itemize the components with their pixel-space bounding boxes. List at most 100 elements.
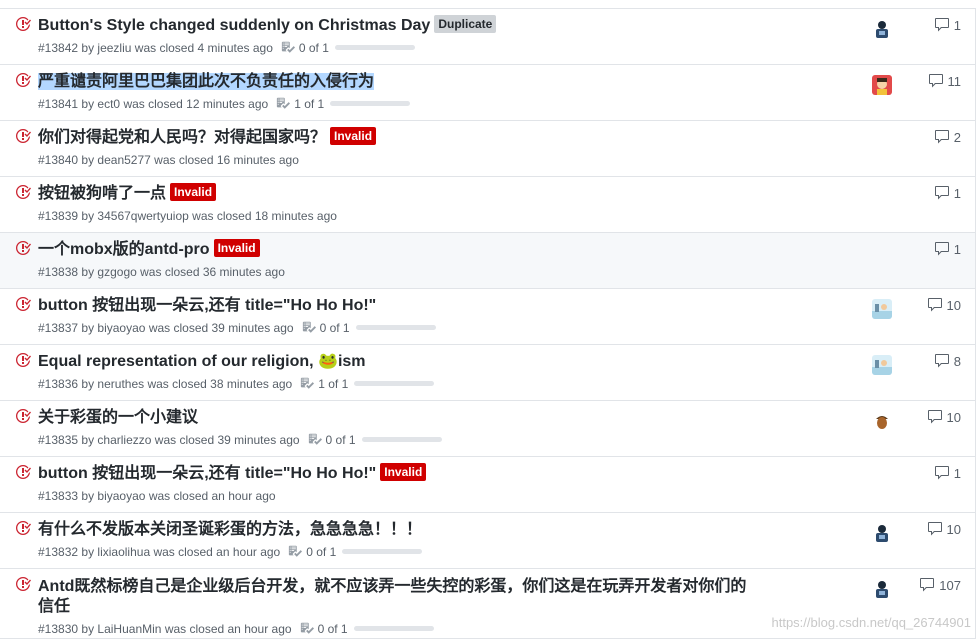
comment-count-link[interactable]: 11 xyxy=(928,73,961,89)
comment-count: 8 xyxy=(953,353,961,369)
comment-icon xyxy=(927,297,943,313)
comment-count-link[interactable]: 1 xyxy=(934,241,961,257)
issue-title-link[interactable]: Button's Style changed suddenly on Chris… xyxy=(38,17,430,34)
issue-row[interactable]: 按钮被狗啃了一点 Invalid #13839 by 34567qwertyuiop… xyxy=(0,177,975,233)
issue-meta: #13838 by gzgogo was closed 36 minutes a… xyxy=(38,263,285,281)
comment-count-link[interactable]: 2 xyxy=(934,129,961,145)
task-progress-text: 0 of 1 xyxy=(306,545,337,559)
assignee-avatar[interactable] xyxy=(872,579,892,599)
assignee-avatar[interactable] xyxy=(872,523,892,543)
task-progress-text: 0 of 1 xyxy=(317,622,348,636)
comment-count-link[interactable]: 107 xyxy=(919,577,961,593)
checklist-icon xyxy=(276,97,294,111)
issue-number: #13836 xyxy=(38,377,79,391)
issue-label-invalid[interactable]: Invalid xyxy=(330,127,377,145)
comment-count-link[interactable]: 1 xyxy=(934,185,961,201)
comment-icon xyxy=(934,241,950,257)
assignee-avatar[interactable] xyxy=(872,355,892,375)
issue-author-link[interactable]: lixiaolihua xyxy=(97,545,150,559)
comment-count: 10 xyxy=(946,521,961,537)
issue-by-text: by xyxy=(81,209,95,223)
issue-meta: #13842 by jeezliu was closed 4 minutes a… xyxy=(38,39,415,57)
issue-number: #13835 xyxy=(38,433,79,447)
issue-row[interactable]: 严重谴责阿里巴巴集团此次不负责任的入侵行为 #13841 by ect0 was … xyxy=(0,65,975,121)
issue-label-duplicate[interactable]: Duplicate xyxy=(434,15,497,33)
issue-row[interactable]: 你们对得起党和人民吗？对得起国家吗？ Invalid #13840 by dean5… xyxy=(0,121,975,177)
assignee-avatar[interactable] xyxy=(872,411,892,431)
task-progress-text: 0 of 1 xyxy=(319,321,350,335)
issue-number: #13837 xyxy=(38,321,79,335)
task-progress: 0 of 1 xyxy=(302,319,436,337)
issue-title-link[interactable]: button 按钮出现一朵云,还有 title="Ho Ho Ho!" xyxy=(38,297,376,314)
issue-closed-time: was closed 18 minutes ago xyxy=(192,209,337,223)
task-progress: 0 of 1 xyxy=(288,543,423,561)
issue-row[interactable]: button 按钮出现一朵云,还有 title="Ho Ho Ho!" #1383… xyxy=(0,289,975,345)
issue-row[interactable]: button 按钮出现一朵云,还有 title="Ho Ho Ho!" Inval… xyxy=(0,457,975,513)
issue-label-invalid[interactable]: Invalid xyxy=(380,463,427,481)
comment-count: 10 xyxy=(946,297,961,313)
issue-label-invalid[interactable]: Invalid xyxy=(170,183,217,201)
issue-author-link[interactable]: jeezliu xyxy=(97,41,131,55)
issue-by-text: by xyxy=(81,545,95,559)
issue-row[interactable]: 关于彩蛋的一个小建议 #13835 by charliezzo was close… xyxy=(0,401,975,457)
issue-title-link[interactable]: button 按钮出现一朵云,还有 title="Ho Ho Ho!" xyxy=(38,465,376,482)
issue-closed-icon xyxy=(15,240,31,256)
assignee-avatar[interactable] xyxy=(872,299,892,319)
issue-author-link[interactable]: neruthes xyxy=(97,377,144,391)
issue-row[interactable]: Equal representation of our religion, 🐸i… xyxy=(0,345,975,401)
issue-number: #13839 xyxy=(38,209,79,223)
comment-count-link[interactable]: 10 xyxy=(927,521,961,537)
issue-row[interactable]: 有什么不发版本关闭圣诞彩蛋的方法，急急急急！！！ #13832 by lixiao… xyxy=(0,513,975,569)
issue-row[interactable]: Button's Style changed suddenly on Chris… xyxy=(0,9,975,65)
comment-count-link[interactable]: 10 xyxy=(927,409,961,425)
issue-label-invalid[interactable]: Invalid xyxy=(213,239,260,257)
issue-author-link[interactable]: charliezzo xyxy=(97,433,151,447)
issue-title-link[interactable]: 一个mobx版的antd-pro xyxy=(38,241,210,258)
issue-title-link[interactable]: 严重谴责阿里巴巴集团此次不负责任的入侵行为 xyxy=(38,73,375,90)
issue-list: Button's Style changed suddenly on Chris… xyxy=(0,8,976,639)
issue-closed-time: was closed an hour ago xyxy=(153,545,281,559)
issue-title-link[interactable]: 有什么不发版本关闭圣诞彩蛋的方法，急急急急！！！ xyxy=(38,521,422,538)
task-progress-bar xyxy=(361,437,442,442)
issue-title-link[interactable]: 关于彩蛋的一个小建议 xyxy=(38,409,198,426)
issue-author-link[interactable]: dean5277 xyxy=(97,153,150,167)
checklist-icon xyxy=(281,41,299,55)
comment-count-link[interactable]: 10 xyxy=(927,297,961,313)
issue-number: #13840 xyxy=(38,153,79,167)
comment-count: 107 xyxy=(939,577,961,593)
issue-author-link[interactable]: 34567qwertyuiop xyxy=(97,209,188,223)
issue-meta: #13835 by charliezzo was closed 39 minut… xyxy=(38,431,442,449)
issue-row[interactable]: 一个mobx版的antd-pro Invalid #13838 by gzgogo … xyxy=(0,233,975,289)
watermark: https://blog.csdn.net/qq_26744901 xyxy=(771,615,972,630)
issue-author-link[interactable]: ect0 xyxy=(97,97,120,111)
issue-closed-time: was closed 39 minutes ago xyxy=(148,321,294,335)
issue-author-link[interactable]: gzgogo xyxy=(97,265,136,279)
comment-icon xyxy=(934,129,950,145)
comment-count-link[interactable]: 1 xyxy=(934,465,961,481)
issue-closed-time: was closed 39 minutes ago xyxy=(154,433,300,447)
issue-number: #13841 xyxy=(38,97,79,111)
comment-count-link[interactable]: 8 xyxy=(934,353,961,369)
issue-title-link[interactable]: 你们对得起党和人民吗？对得起国家吗？ xyxy=(38,129,326,146)
comment-count-link[interactable]: 1 xyxy=(934,17,961,33)
issue-author-link[interactable]: LaiHuanMin xyxy=(97,622,161,636)
issue-by-text: by xyxy=(81,265,95,279)
issue-closed-time: was closed 16 minutes ago xyxy=(154,153,299,167)
comment-icon xyxy=(934,185,950,201)
issue-author-link[interactable]: biyaoyao xyxy=(97,321,145,335)
task-progress-bar xyxy=(342,549,423,554)
comment-icon xyxy=(927,521,943,537)
task-progress-bar xyxy=(330,101,411,106)
checklist-icon xyxy=(300,622,318,636)
comment-count: 1 xyxy=(953,17,961,33)
comment-count: 1 xyxy=(953,185,961,201)
issue-title-link[interactable]: 按钮被狗啃了一点 xyxy=(38,185,166,202)
issue-meta: #13832 by lixiaolihua was closed an hour… xyxy=(38,543,423,561)
task-progress: 0 of 1 xyxy=(308,431,442,449)
issue-number: #13830 xyxy=(38,622,79,636)
issue-author-link[interactable]: biyaoyao xyxy=(97,489,145,503)
assignee-avatar[interactable] xyxy=(872,75,892,95)
assignee-avatar[interactable] xyxy=(872,19,892,39)
issue-title-link[interactable]: Antd既然标榜自己是企业级后台开发，就不应该弄一些失控的彩蛋，你们这是在玩弄开… xyxy=(38,578,746,615)
issue-title-link[interactable]: Equal representation of our religion, 🐸i… xyxy=(38,353,366,370)
